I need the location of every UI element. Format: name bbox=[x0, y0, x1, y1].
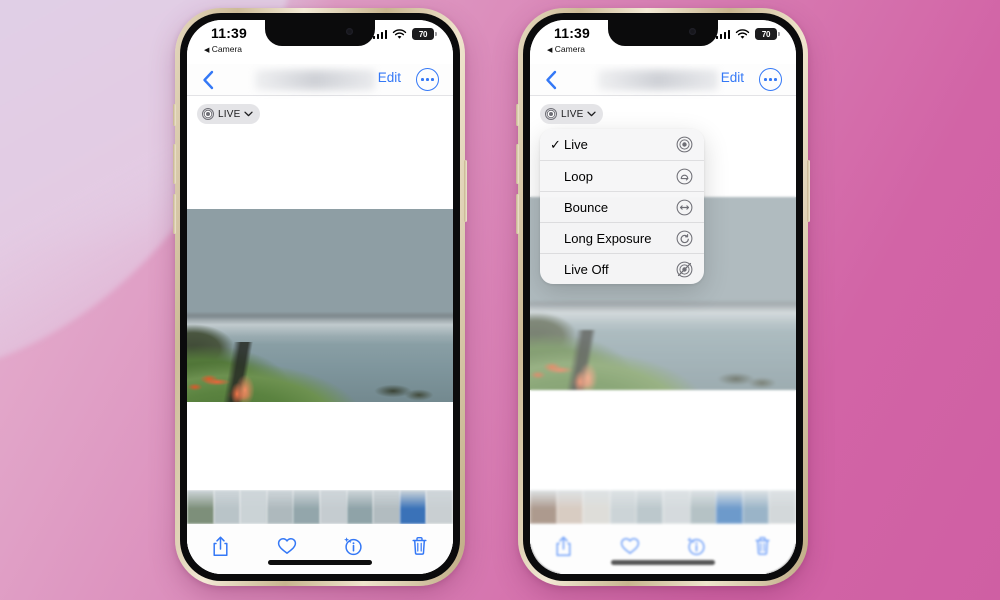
status-indicators: 70 bbox=[715, 28, 780, 40]
edit-button[interactable]: Edit bbox=[721, 70, 744, 85]
battery-level: 70 bbox=[761, 29, 771, 39]
menu-item-long-exposure[interactable]: Long Exposure bbox=[540, 222, 704, 253]
thumbnail-item[interactable] bbox=[266, 490, 294, 524]
live-badge-label: LIVE bbox=[218, 108, 241, 120]
long-exposure-icon bbox=[675, 229, 693, 247]
volume-up-button[interactable] bbox=[516, 144, 519, 184]
wifi-icon bbox=[392, 28, 407, 39]
back-button[interactable] bbox=[201, 68, 217, 92]
delete-button[interactable] bbox=[403, 533, 437, 559]
notch bbox=[608, 20, 718, 46]
menu-item-label: Bounce bbox=[564, 199, 609, 215]
status-time: 11:39 bbox=[211, 25, 248, 41]
menu-item-label: Live bbox=[564, 137, 588, 152]
thumbnail-strip-left[interactable] bbox=[187, 490, 453, 524]
live-photo-badge[interactable]: LIVE bbox=[197, 104, 261, 124]
chevron-down-icon bbox=[587, 111, 597, 117]
back-app-name: Camera bbox=[554, 44, 585, 54]
menu-item-label: Loop bbox=[564, 168, 593, 184]
menu-item-label: Long Exposure bbox=[564, 230, 652, 246]
nav-title-redacted bbox=[255, 70, 375, 90]
menu-item-live-off[interactable]: Live Off bbox=[540, 253, 704, 284]
bottom-toolbar bbox=[187, 524, 453, 574]
phone-right: 11:39 ◀ Camera 70 Edit LIVE ✓ Live Loop … bbox=[516, 8, 810, 586]
volume-down-button[interactable] bbox=[516, 194, 519, 234]
front-camera-icon bbox=[346, 28, 353, 35]
phone-screen-right: 11:39 ◀ Camera 70 Edit LIVE ✓ Live Loop … bbox=[530, 20, 796, 574]
thumbnail-item[interactable] bbox=[213, 490, 241, 524]
bounce-icon bbox=[675, 198, 693, 216]
silent-switch[interactable] bbox=[173, 104, 176, 126]
back-arrow-icon: ◀ bbox=[547, 47, 553, 54]
edit-button[interactable]: Edit bbox=[378, 70, 401, 85]
thumbnail-item[interactable] bbox=[319, 490, 347, 524]
back-app-name: Camera bbox=[211, 44, 242, 54]
power-button[interactable] bbox=[464, 160, 467, 222]
volume-down-button[interactable] bbox=[173, 194, 176, 234]
phone-bezel: 11:39 ◀ Camera 70 Edit LIVE bbox=[180, 13, 460, 581]
battery-icon: 70 bbox=[755, 28, 780, 40]
menu-item-live[interactable]: ✓ Live bbox=[540, 129, 704, 160]
back-to-camera-label[interactable]: ◀ Camera bbox=[204, 44, 242, 54]
phone-bezel: 11:39 ◀ Camera 70 Edit LIVE ✓ Live Loop … bbox=[523, 13, 803, 581]
menu-item-label: Live Off bbox=[564, 261, 609, 277]
wallpaper-background: 11:39 ◀ Camera 70 Edit LIVE 11:39 ◀ Came… bbox=[0, 0, 1000, 600]
photo-viewer: LIVE ✓ Live Loop Bounce Long Exposure Li… bbox=[530, 96, 796, 574]
nav-title-redacted bbox=[598, 70, 718, 90]
main-photo[interactable] bbox=[187, 209, 453, 402]
battery-level: 70 bbox=[418, 29, 428, 39]
menu-item-bounce[interactable]: Bounce bbox=[540, 191, 704, 222]
photo-viewer: LIVE bbox=[187, 96, 453, 574]
thumbnail-item[interactable] bbox=[187, 490, 214, 524]
live-badge-label: LIVE bbox=[561, 108, 584, 120]
ellipsis-circle-icon[interactable] bbox=[416, 68, 439, 91]
live-off-icon bbox=[675, 260, 693, 278]
live-photo-icon bbox=[202, 108, 214, 120]
notch bbox=[265, 20, 375, 46]
loop-icon bbox=[675, 167, 693, 185]
thumbnail-item[interactable] bbox=[399, 490, 427, 524]
live-photo-icon bbox=[545, 108, 557, 120]
info-button[interactable] bbox=[336, 533, 370, 559]
live-photo-icon bbox=[675, 136, 693, 154]
battery-icon: 70 bbox=[412, 28, 437, 40]
live-photo-menu[interactable]: ✓ Live Loop Bounce Long Exposure Live Of… bbox=[540, 129, 704, 284]
ellipsis-circle-icon[interactable] bbox=[759, 68, 782, 91]
back-to-camera-label[interactable]: ◀ Camera bbox=[547, 44, 585, 54]
favorite-button[interactable] bbox=[270, 533, 304, 559]
phone-screen-left: 11:39 ◀ Camera 70 Edit LIVE bbox=[187, 20, 453, 574]
status-time: 11:39 bbox=[554, 25, 591, 41]
share-button[interactable] bbox=[203, 533, 237, 559]
phone-left: 11:39 ◀ Camera 70 Edit LIVE bbox=[173, 8, 467, 586]
front-camera-icon bbox=[689, 28, 696, 35]
nav-bar: Edit bbox=[530, 64, 796, 96]
volume-up-button[interactable] bbox=[173, 144, 176, 184]
thumbnail-item[interactable] bbox=[373, 490, 400, 524]
thumbnail-item[interactable] bbox=[426, 490, 453, 524]
live-photo-badge[interactable]: LIVE bbox=[540, 104, 604, 124]
nav-bar: Edit bbox=[187, 64, 453, 96]
silent-switch[interactable] bbox=[516, 104, 519, 126]
power-button[interactable] bbox=[807, 160, 810, 222]
back-button[interactable] bbox=[544, 68, 560, 92]
menu-item-loop[interactable]: Loop bbox=[540, 160, 704, 191]
status-indicators: 70 bbox=[372, 28, 437, 40]
wifi-icon bbox=[735, 28, 750, 39]
chevron-down-icon bbox=[244, 111, 254, 117]
thumbnail-item[interactable] bbox=[240, 490, 267, 524]
home-indicator[interactable] bbox=[268, 560, 372, 565]
back-arrow-icon: ◀ bbox=[204, 47, 210, 54]
thumbnail-item[interactable] bbox=[293, 490, 320, 524]
thumbnail-item[interactable] bbox=[346, 490, 374, 524]
checkmark-icon: ✓ bbox=[550, 137, 561, 152]
